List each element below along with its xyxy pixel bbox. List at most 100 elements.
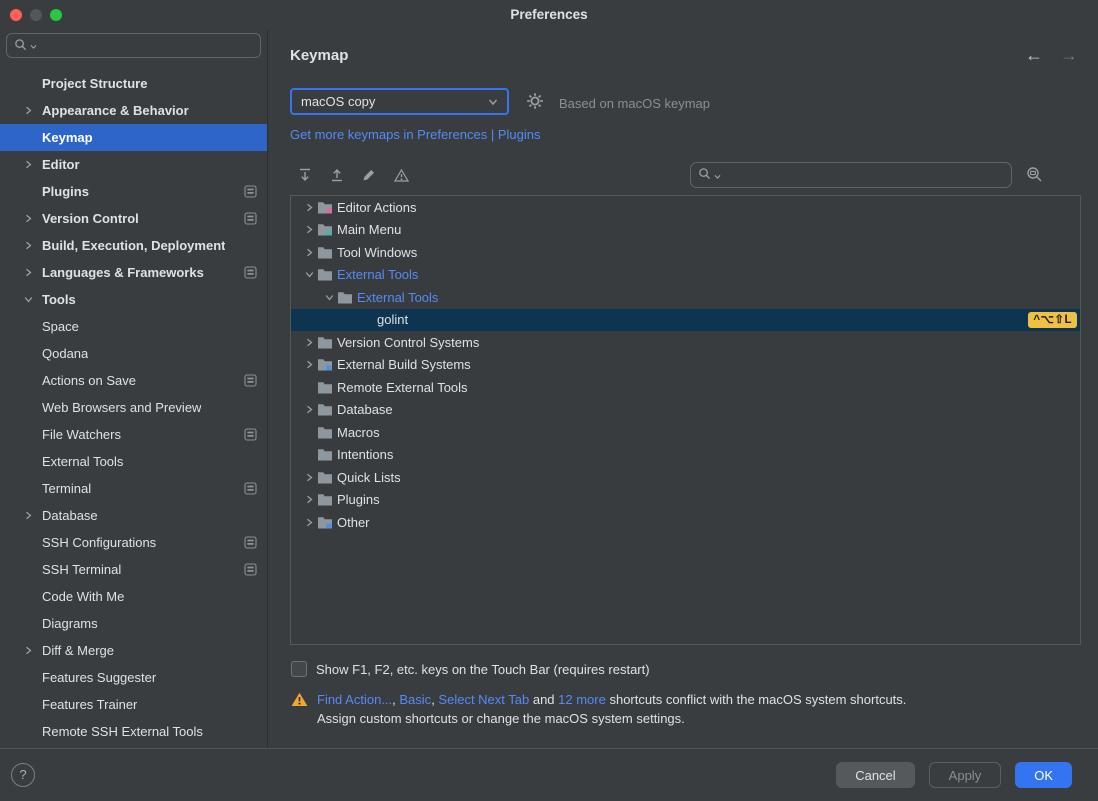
sidebar-item-project-structure[interactable]: Project Structure xyxy=(0,70,267,97)
tree-row-editor-actions[interactable]: Editor Actions xyxy=(291,196,1080,219)
chevron-right-icon[interactable] xyxy=(301,405,317,414)
sidebar-item-label: Editor xyxy=(42,157,80,172)
sidebar-item-version-control[interactable]: Version Control xyxy=(0,205,267,232)
sidebar-item-ssh-terminal[interactable]: SSH Terminal xyxy=(0,556,267,583)
sidebar-item-file-watchers[interactable]: File Watchers xyxy=(0,421,267,448)
sidebar-item-terminal[interactable]: Terminal xyxy=(0,475,267,502)
sidebar-item-editor[interactable]: Editor xyxy=(0,151,267,178)
tree-row-remote-external-tools[interactable]: Remote External Tools xyxy=(291,376,1080,399)
conflict-link-basic[interactable]: Basic xyxy=(399,692,431,707)
sidebar-item-external-tools[interactable]: External Tools xyxy=(0,448,267,475)
folder-icon xyxy=(317,471,335,484)
sidebar-item-features-trainer[interactable]: Features Trainer xyxy=(0,691,267,718)
sidebar-item-appearance-behavior[interactable]: Appearance & Behavior xyxy=(0,97,267,124)
keymap-settings-gear-icon[interactable] xyxy=(526,92,544,110)
ok-button[interactable]: OK xyxy=(1015,762,1072,788)
chevron-right-icon[interactable] xyxy=(301,360,317,369)
chevron-right-icon[interactable] xyxy=(24,214,42,223)
chevron-right-icon[interactable] xyxy=(24,646,42,655)
find-by-shortcut-button[interactable] xyxy=(1026,166,1043,183)
warning-text: and xyxy=(529,692,558,707)
sidebar-item-actions-on-save[interactable]: Actions on Save xyxy=(0,367,267,394)
cancel-button[interactable]: Cancel xyxy=(836,762,914,788)
apply-button[interactable]: Apply xyxy=(929,762,1002,788)
sidebar-item-label: Keymap xyxy=(42,130,93,145)
tree-row-intentions[interactable]: Intentions xyxy=(291,444,1080,467)
tree-row-macros[interactable]: Macros xyxy=(291,421,1080,444)
touchbar-checkbox[interactable] xyxy=(291,661,307,677)
tree-row-tool-windows[interactable]: Tool Windows xyxy=(291,241,1080,264)
collapse-all-button[interactable] xyxy=(325,164,349,186)
chevron-right-icon[interactable] xyxy=(301,203,317,212)
edit-shortcut-button[interactable] xyxy=(357,164,381,186)
sidebar-item-diagrams[interactable]: Diagrams xyxy=(0,610,267,637)
conflict-link-more[interactable]: 12 more xyxy=(558,692,606,707)
sidebar-item-web-browsers-and-preview[interactable]: Web Browsers and Preview xyxy=(0,394,267,421)
plugin-settings-icon xyxy=(244,185,257,198)
get-more-keymaps-link[interactable]: Get more keymaps in Preferences | Plugin… xyxy=(290,127,541,142)
chevron-down-icon[interactable] xyxy=(321,293,337,302)
folder-icon xyxy=(337,291,355,304)
settings-sidebar: Project Structure Appearance & Behavior Ke… xyxy=(0,30,268,748)
sidebar-item-languages-frameworks[interactable]: Languages & Frameworks xyxy=(0,259,267,286)
tree-row-version-control-systems[interactable]: Version Control Systems xyxy=(291,331,1080,354)
sidebar-item-tools[interactable]: Tools xyxy=(0,286,267,313)
tree-row-plugins[interactable]: Plugins xyxy=(291,489,1080,512)
conflict-link-find-action[interactable]: Find Action... xyxy=(317,692,392,707)
tree-row-label: Intentions xyxy=(337,447,393,462)
chevron-down-icon xyxy=(714,168,721,183)
sidebar-item-ssh-configurations[interactable]: SSH Configurations xyxy=(0,529,267,556)
sidebar-item-qodana[interactable]: Qodana xyxy=(0,340,267,367)
keymap-select[interactable]: macOS copy xyxy=(290,88,509,115)
chevron-down-icon xyxy=(30,38,37,53)
tree-row-golint[interactable]: golint^⌥⇧L xyxy=(291,309,1080,332)
conflict-warning-line2: Assign custom shortcuts or change the ma… xyxy=(317,709,906,728)
chevron-right-icon[interactable] xyxy=(24,106,42,115)
chevron-right-icon[interactable] xyxy=(24,241,42,250)
sidebar-item-code-with-me[interactable]: Code With Me xyxy=(0,583,267,610)
sidebar-item-remote-ssh-external-tools[interactable]: Remote SSH External Tools xyxy=(0,718,267,745)
sidebar-item-keymap[interactable]: Keymap xyxy=(0,124,267,151)
expand-all-button[interactable] xyxy=(293,164,317,186)
show-conflicts-button[interactable] xyxy=(389,164,413,186)
chevron-right-icon[interactable] xyxy=(24,268,42,277)
sidebar-item-space[interactable]: Space xyxy=(0,313,267,340)
chevron-right-icon[interactable] xyxy=(24,511,42,520)
chevron-right-icon[interactable] xyxy=(301,518,317,527)
sidebar-item-diff-merge[interactable]: Diff & Merge xyxy=(0,637,267,664)
help-button[interactable]: ? xyxy=(11,763,35,787)
search-icon xyxy=(698,167,711,183)
tree-row-database[interactable]: Database xyxy=(291,399,1080,422)
sidebar-item-build-execution-deployment[interactable]: Build, Execution, Deployment xyxy=(0,232,267,259)
tree-row-external-tools[interactable]: External Tools xyxy=(291,286,1080,309)
sidebar-item-label: Tools xyxy=(42,292,76,307)
forward-arrow-icon[interactable]: → xyxy=(1060,45,1078,66)
tree-row-external-tools[interactable]: External Tools xyxy=(291,264,1080,287)
sidebar-item-label: Project Structure xyxy=(42,76,147,91)
keymap-search-input[interactable] xyxy=(724,167,1004,184)
sidebar-item-database[interactable]: Database xyxy=(0,502,267,529)
settings-search-input[interactable] xyxy=(40,37,253,54)
back-arrow-icon[interactable]: ← xyxy=(1025,45,1043,66)
tree-row-other[interactable]: Other xyxy=(291,511,1080,534)
conflict-link-select-next-tab[interactable]: Select Next Tab xyxy=(438,692,529,707)
sidebar-item-features-suggester[interactable]: Features Suggester xyxy=(0,664,267,691)
tree-row-external-build-systems[interactable]: External Build Systems xyxy=(291,354,1080,377)
chevron-down-icon[interactable] xyxy=(301,270,317,279)
sidebar-item-plugins[interactable]: Plugins xyxy=(0,178,267,205)
keymap-select-value: macOS copy xyxy=(301,94,375,109)
chevron-right-icon[interactable] xyxy=(301,225,317,234)
tree-row-quick-lists[interactable]: Quick Lists xyxy=(291,466,1080,489)
chevron-right-icon[interactable] xyxy=(301,495,317,504)
chevron-right-icon[interactable] xyxy=(301,338,317,347)
chevron-right-icon[interactable] xyxy=(301,473,317,482)
tree-row-main-menu[interactable]: Main Menu xyxy=(291,219,1080,242)
chevron-right-icon[interactable] xyxy=(301,248,317,257)
chevron-right-icon[interactable] xyxy=(24,160,42,169)
chevron-down-icon[interactable] xyxy=(24,295,42,304)
keymap-search-box[interactable] xyxy=(690,162,1012,188)
settings-search-box[interactable] xyxy=(6,33,261,58)
tree-row-label: Quick Lists xyxy=(337,470,401,485)
touchbar-checkbox-label: Show F1, F2, etc. keys on the Touch Bar … xyxy=(316,662,650,677)
tree-row-label: Remote External Tools xyxy=(337,380,468,395)
